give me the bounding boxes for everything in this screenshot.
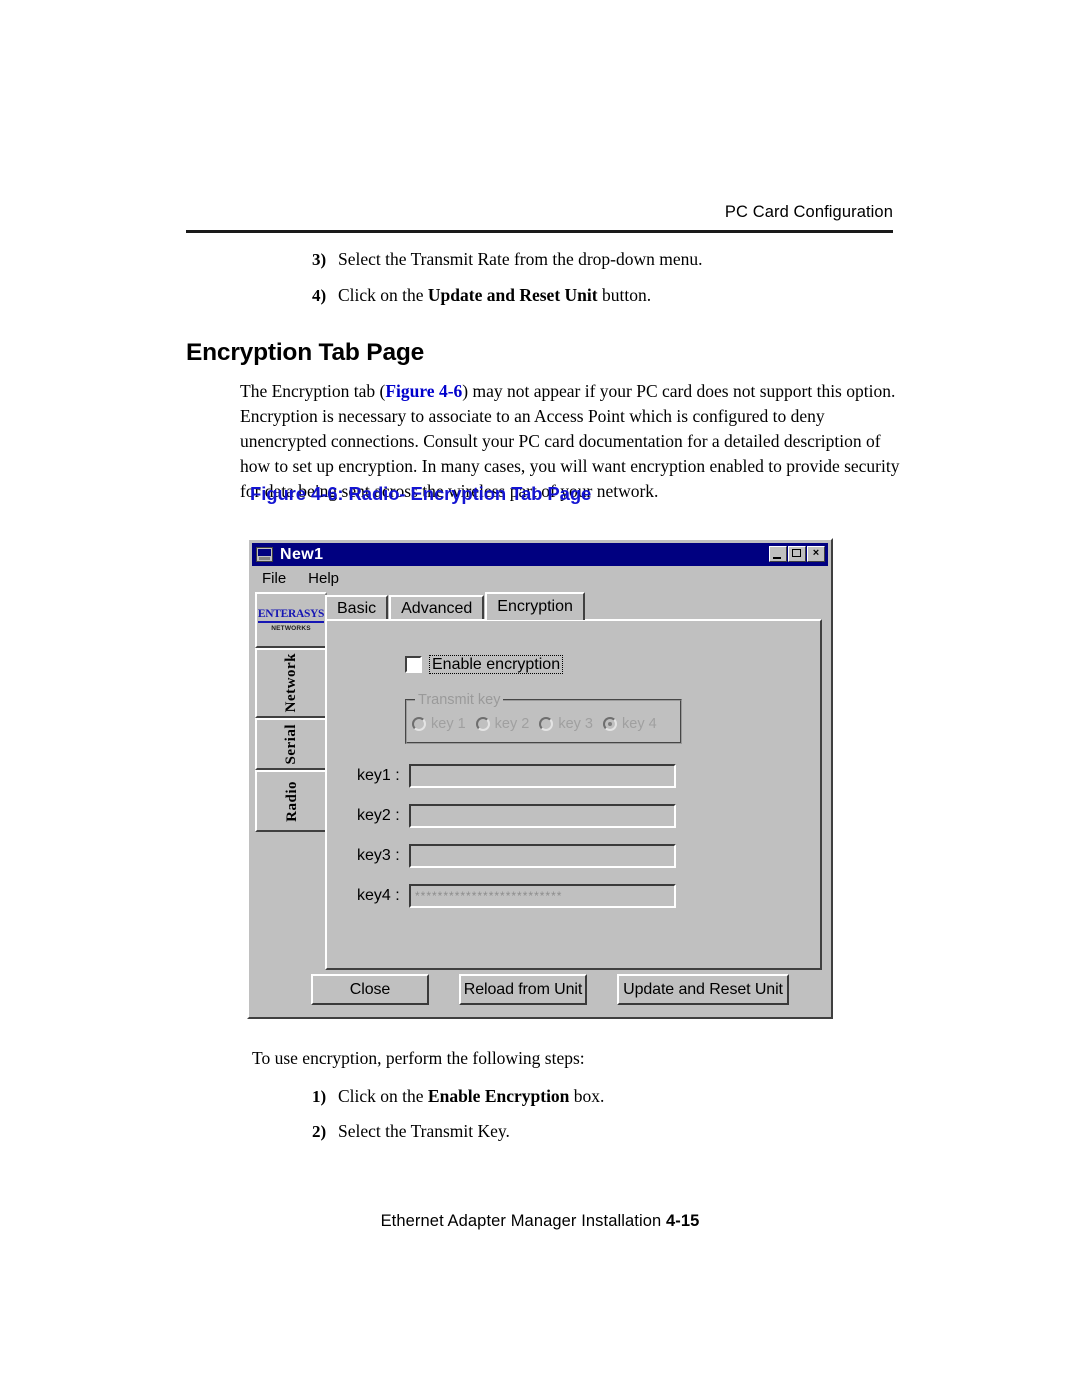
radio-icon[interactable] [475, 717, 490, 731]
step-text-after: box. [569, 1086, 605, 1106]
enterasys-logo: ENTERASYS NETWORKS [255, 592, 327, 648]
tab-basic[interactable]: Basic [325, 595, 389, 620]
sidebar-item-serial[interactable]: Serial [255, 718, 327, 770]
key4-row: key4 : ************************** [357, 884, 676, 908]
step-text-before: Click on the [338, 285, 428, 305]
key3-row: key3 : [357, 844, 676, 868]
key1-row: key1 : [357, 764, 676, 788]
intro-line: To use encryption, perform the following… [252, 1048, 585, 1068]
radio-label: key 4 [622, 716, 657, 732]
step-text-bold: Enable Encryption [427, 1086, 570, 1106]
step-number: 2) [312, 1122, 327, 1141]
transmit-key-groupbox: Transmit key key 1 key 2 key 3 key 4 [405, 692, 682, 744]
step-number: 4) [312, 286, 327, 305]
dialog-menubar: File Help [252, 568, 828, 589]
close-icon[interactable]: × [807, 546, 825, 562]
key2-input[interactable] [409, 804, 676, 828]
step-text: Select the Transmit Key. [338, 1121, 510, 1141]
figure-caption: Figure 4-6: Radio- Encryption Tab Page [250, 483, 592, 504]
tab-label: Basic [337, 599, 377, 617]
key2-label: key2 : [357, 807, 400, 824]
menu-item-help[interactable]: Help [308, 570, 339, 587]
figure-reference-link[interactable]: Figure 4-6 [385, 381, 462, 401]
step-item-2: 2) Select the Transmit Key. [312, 1120, 510, 1144]
radio-label: key 2 [494, 716, 530, 732]
running-head: PC Card Configuration [724, 203, 893, 221]
enable-encryption-label: Enable encryption [429, 655, 564, 674]
encryption-tab-panel: Enable encryption Transmit key key 1 key… [325, 619, 822, 970]
page-title: Encryption Tab Page [186, 339, 425, 367]
new1-dialog-window: New1 × File Help ENTERASYS NETWORKS Netw… [247, 538, 833, 1019]
tab-label: Encryption [497, 598, 573, 615]
page-number: 4-15 [665, 1212, 700, 1230]
step-text-after: button. [597, 285, 652, 305]
radio-key-3[interactable]: key 3 [539, 716, 593, 732]
tab-encryption[interactable]: Encryption [485, 592, 585, 620]
application-icon [256, 547, 273, 562]
header-divider [186, 230, 893, 233]
reload-from-unit-button[interactable]: Reload from Unit [459, 974, 587, 1005]
key2-row: key2 : [357, 804, 676, 828]
paragraph-part-1: The Encryption tab ( [240, 380, 386, 401]
key3-input[interactable] [409, 844, 676, 868]
radio-icon[interactable] [603, 717, 618, 731]
minimize-icon[interactable] [769, 546, 787, 562]
tab-strip: Basic Advanced Encryption [325, 592, 586, 620]
tab-control: Basic Advanced Encryption Enable encrypt… [325, 592, 822, 970]
enable-encryption-checkbox[interactable]: Enable encryption [405, 655, 564, 674]
radio-icon[interactable] [412, 717, 426, 731]
sidebar-item-label: Radio [283, 780, 300, 822]
key3-label: key3 : [357, 847, 400, 864]
key1-input[interactable] [409, 764, 676, 788]
step-number: 3) [312, 250, 327, 269]
close-button[interactable]: Close [311, 974, 429, 1005]
radio-label: key 3 [558, 716, 594, 732]
brand-name: ENTERASYS [257, 608, 324, 623]
sidebar-item-network[interactable]: Network [255, 648, 327, 718]
dialog-button-bar: Close Reload from Unit Update and Reset … [255, 974, 825, 1010]
step-text-bold: Update and Reset Unit [427, 285, 598, 305]
sidebar-item-label: Serial [282, 723, 299, 765]
key4-label: key4 : [357, 887, 400, 904]
maximize-icon[interactable] [788, 546, 806, 562]
sidebar-item-radio[interactable]: Radio [255, 770, 327, 832]
window-controls: × [769, 546, 825, 562]
brand-subtitle: NETWORKS [271, 625, 311, 632]
step-text-before: Click on the [338, 1086, 428, 1106]
checkbox-icon[interactable] [405, 656, 422, 673]
transmit-key-group-label: Transmit key [415, 692, 504, 708]
radio-icon[interactable] [539, 717, 554, 731]
dialog-titlebar[interactable]: New1 × [252, 543, 828, 566]
update-and-reset-unit-button[interactable]: Update and Reset Unit [617, 974, 789, 1005]
tab-label: Advanced [401, 599, 473, 617]
footer-title: Ethernet Adapter Manager Installation [380, 1212, 662, 1230]
step-item-3: 3) Select the Transmit Rate from the drop… [312, 248, 703, 272]
step-number: 1) [312, 1087, 327, 1106]
key1-label: key1 : [357, 767, 400, 784]
transmit-key-radio-group: key 1 key 2 key 3 key 4 [412, 716, 667, 732]
radio-key-4[interactable]: key 4 [603, 716, 657, 732]
radio-key-2[interactable]: key 2 [475, 716, 530, 732]
dialog-title: New1 [280, 545, 324, 563]
radio-key-1[interactable]: key 1 [412, 716, 466, 732]
side-tab-strip: ENTERASYS NETWORKS Network Serial Radio [255, 592, 327, 872]
step-item-4: 4) Click on the Update and Reset Unit but… [312, 284, 651, 308]
radio-label: key 1 [431, 716, 466, 732]
step-item-1: 1) Click on the Enable Encryption box. [312, 1085, 604, 1109]
sidebar-item-label: Network [282, 653, 299, 713]
key4-input[interactable]: ************************** [409, 884, 676, 908]
page-footer: Ethernet Adapter Manager Installation 4-… [0, 1212, 1080, 1231]
tab-advanced[interactable]: Advanced [389, 595, 485, 620]
menu-item-file[interactable]: File [262, 570, 286, 587]
step-text: Select the Transmit Rate from the drop-d… [338, 249, 703, 269]
